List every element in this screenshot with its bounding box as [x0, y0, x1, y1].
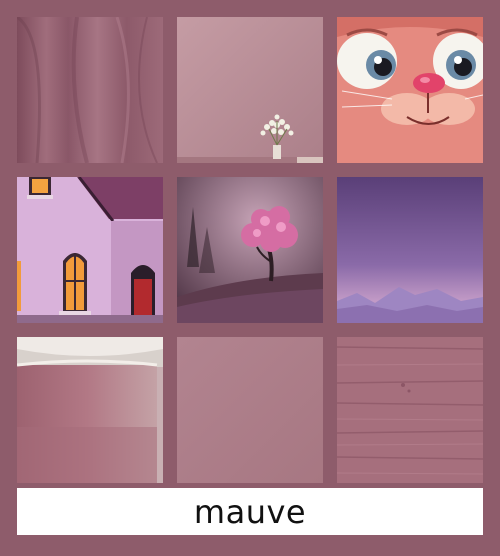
image-grid [17, 17, 483, 483]
flower-vase-image [177, 17, 323, 163]
tile-mountain-landscape[interactable] [337, 177, 483, 323]
cat-face-image [337, 17, 483, 163]
draped-fabric-image [17, 17, 163, 163]
tile-wood-plank-texture[interactable] [337, 337, 483, 483]
mountain-image [337, 177, 483, 323]
bowl-image [17, 337, 163, 483]
caption-bar: mauve [17, 488, 483, 535]
tile-draped-fabric[interactable] [17, 17, 163, 163]
tile-bowl-rim[interactable] [17, 337, 163, 483]
tile-plain-swatch[interactable] [177, 337, 323, 483]
tile-wall-with-flower-vase[interactable] [177, 17, 323, 163]
plain-swatch-image [177, 337, 323, 483]
caption-label: mauve [193, 492, 307, 531]
tile-house-with-windows[interactable] [17, 177, 163, 323]
tree-image [177, 177, 323, 323]
house-image [17, 177, 163, 323]
tile-pink-tree-on-hill[interactable] [177, 177, 323, 323]
tile-cartoon-cat-face[interactable] [337, 17, 483, 163]
wood-texture-image [337, 337, 483, 483]
